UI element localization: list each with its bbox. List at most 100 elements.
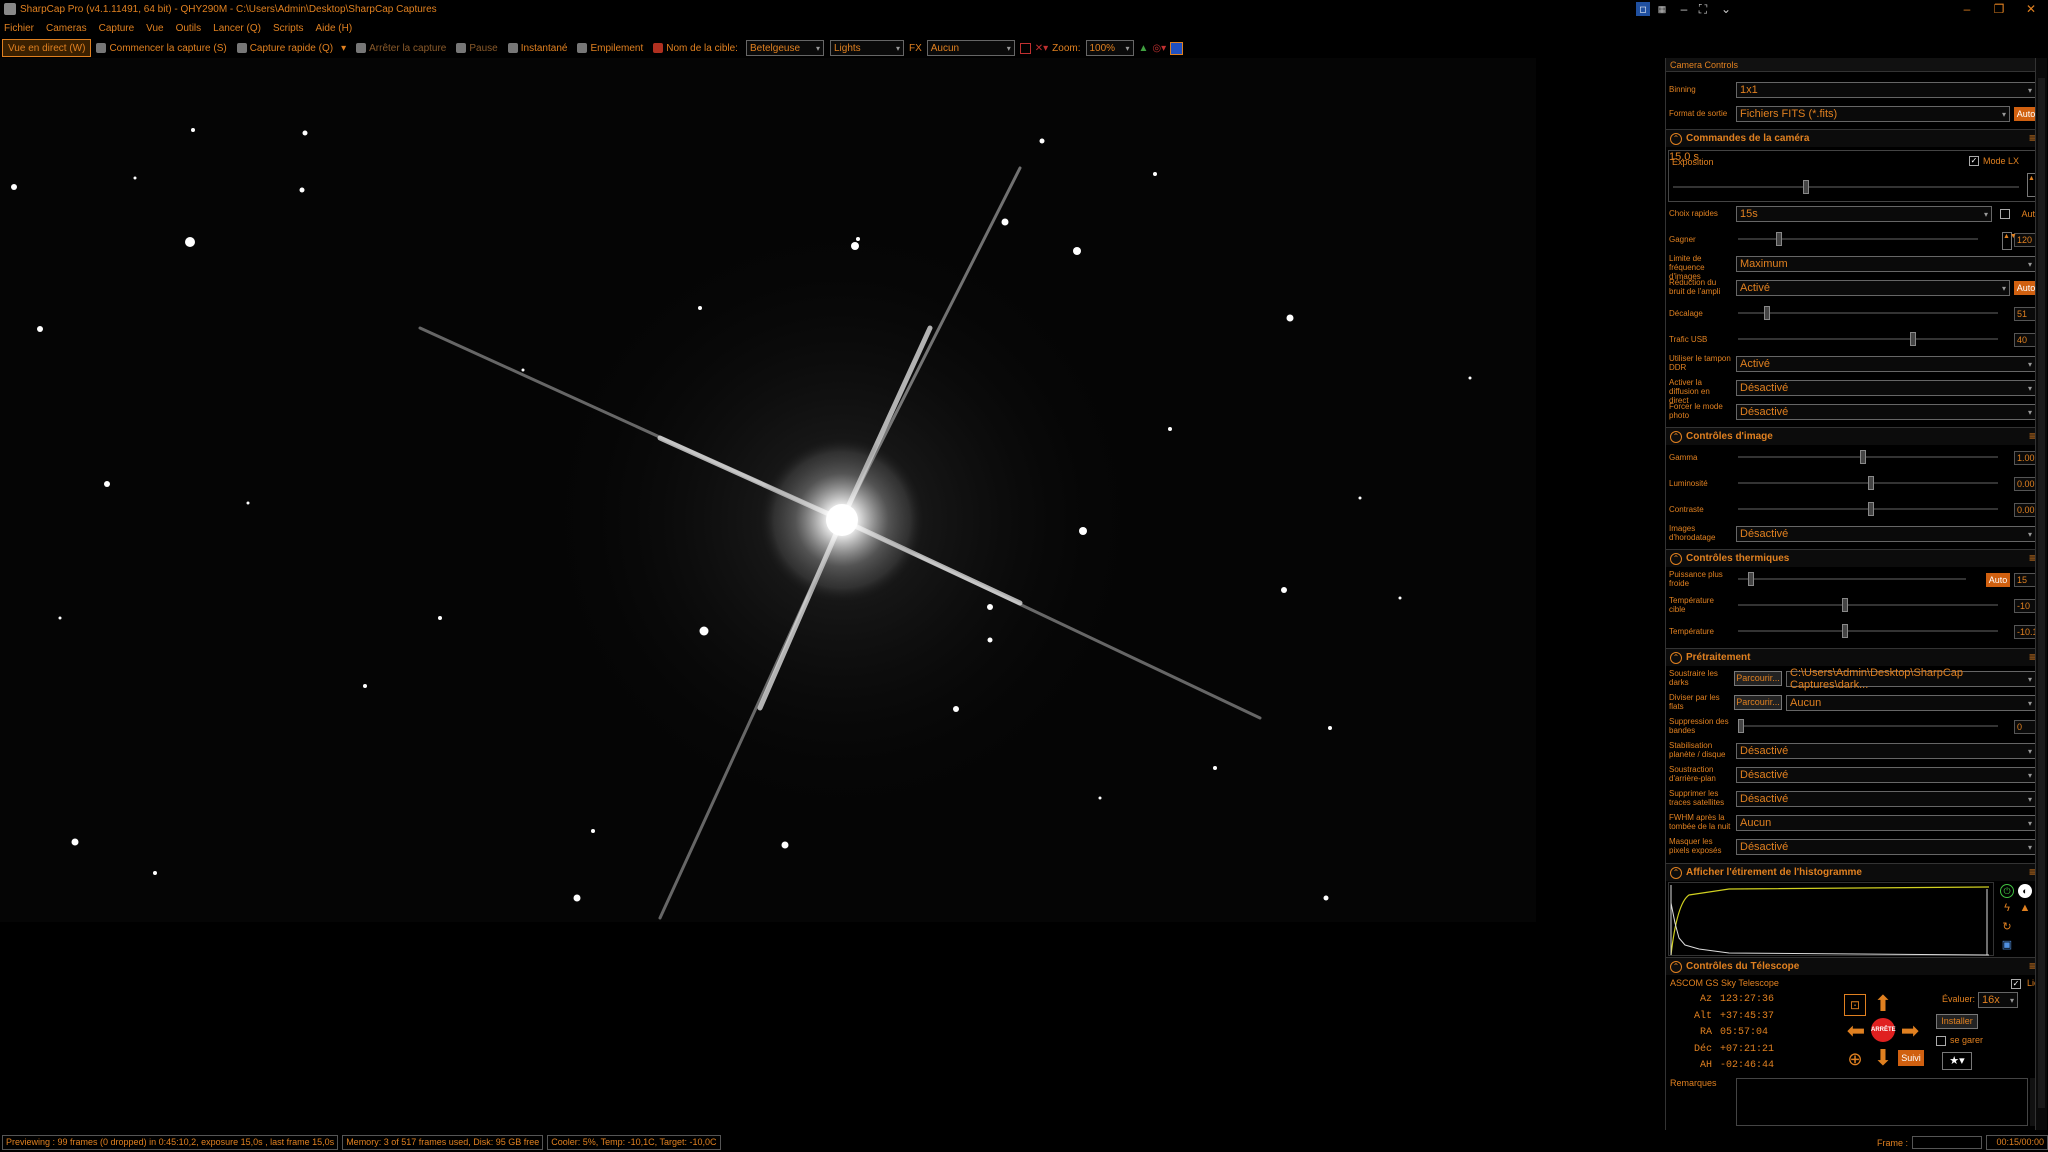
exposure-slider[interactable] [1673, 180, 2019, 194]
menu-launch[interactable]: Lancer (Q) [213, 23, 261, 34]
quick-choice-select[interactable]: 15s [1736, 206, 1992, 222]
slider-thumb[interactable] [1842, 598, 1848, 612]
quick-capture-button[interactable]: Capture rapide (Q) ▾ [232, 39, 351, 57]
banding-slider[interactable] [1738, 719, 1998, 733]
menu-tools[interactable]: Outils [176, 23, 202, 34]
menu-view[interactable]: Vue [146, 23, 163, 34]
timestamp-select[interactable]: Désactivé [1736, 526, 2036, 542]
gamma-value[interactable]: 1.00 [2014, 451, 2036, 465]
section-camera[interactable]: ⌃ Commandes de la caméra ≡ [1666, 129, 2042, 147]
zoom-select[interactable]: 100% [1085, 40, 1134, 56]
offset-slider[interactable] [1738, 306, 1998, 320]
scrollbar-thumb[interactable] [2038, 78, 2045, 1108]
offset-value[interactable]: 51 [2014, 307, 2036, 321]
lightning-icon[interactable]: ϟ [2000, 902, 2014, 916]
binning-select[interactable]: 1x1 [1736, 82, 2036, 98]
background-select[interactable]: Désactivé [1736, 767, 2036, 783]
ddr-select[interactable]: Activé [1736, 356, 2036, 372]
target-center-icon[interactable]: ⊕ [1844, 1048, 1866, 1070]
brightness-slider[interactable] [1738, 476, 1998, 490]
pause-button[interactable]: Pause [451, 39, 502, 57]
slider-thumb[interactable] [1868, 476, 1874, 490]
format-select[interactable]: Fichiers FITS (*.fits) [1736, 106, 2010, 122]
minimize-icon[interactable]: – [1676, 0, 1692, 18]
cooler-slider[interactable] [1738, 572, 1966, 586]
menu-scripts[interactable]: Scripts [273, 23, 304, 34]
save-icon[interactable]: ▣ [2000, 938, 2014, 952]
section-histogram[interactable]: ⌃ Afficher l'étirement de l'histogramme … [1666, 863, 2042, 881]
histogram-button[interactable]: ▲ [1137, 39, 1151, 57]
collapse-icon[interactable]: ⌃ [1670, 961, 1682, 973]
target-temp-slider[interactable] [1738, 598, 1998, 612]
gain-slider[interactable] [1738, 232, 1978, 246]
menu-cameras[interactable]: Cameras [46, 23, 87, 34]
contrast-value[interactable]: 0.00 [2014, 503, 2036, 517]
slider-thumb[interactable] [1910, 332, 1916, 346]
gain-spinner[interactable]: ▲▼ [2002, 232, 2017, 250]
fwhm-select[interactable]: Aucun [1736, 815, 2036, 831]
menu-help[interactable]: Aide (H) [316, 23, 353, 34]
menu-file[interactable]: Fichier [4, 23, 34, 34]
section-image[interactable]: ⌃ Contrôles d'image ≡ [1666, 427, 2042, 445]
tracking-button[interactable]: Suivi [1898, 1050, 1924, 1066]
fx-select[interactable]: Aucun [926, 40, 1015, 56]
slider-thumb[interactable] [1764, 306, 1770, 320]
frame-type-select[interactable]: Lights [829, 40, 904, 56]
snapshot-button[interactable]: Instantané [503, 39, 573, 57]
tools-button[interactable] [1168, 39, 1185, 57]
power-icon[interactable]: ⏻ [2000, 884, 2014, 898]
histogram-display[interactable] [1668, 882, 1994, 956]
target-temp-value[interactable]: -10 [2014, 599, 2036, 613]
slider-thumb[interactable] [1748, 572, 1754, 586]
section-preprocessing[interactable]: ⌃ Prétraitement ≡ [1666, 648, 2042, 666]
usb-value[interactable]: 40 [2014, 333, 2036, 347]
collapse-icon[interactable]: ⌃ [1670, 652, 1682, 664]
chevron-down-icon[interactable]: ⌄ [1718, 0, 1734, 18]
fps-select[interactable]: Maximum [1736, 256, 2036, 272]
gamma-slider[interactable] [1738, 450, 1998, 464]
close-button[interactable]: ✕ [2016, 0, 2046, 18]
reset-icon[interactable]: ↻ [2000, 920, 2014, 934]
panel-scrollbar[interactable] [2035, 58, 2047, 1130]
park-checkbox[interactable] [1936, 1036, 1946, 1046]
maximize-button[interactable]: ❐ [1984, 0, 2014, 18]
quick-auto-checkbox[interactable] [2000, 209, 2010, 219]
banding-value[interactable]: 0 [2014, 720, 2036, 734]
stabilization-select[interactable]: Désactivé [1736, 743, 2036, 759]
darks-select[interactable]: C:\Users\Admin\Desktop\SharpCap Captures… [1786, 667, 2036, 691]
slider-thumb[interactable] [1803, 180, 1809, 194]
flats-select[interactable]: Aucun [1786, 695, 2036, 711]
cooler-value[interactable]: 15 [2014, 573, 2036, 587]
crosshair-button[interactable]: ✕▾ [1033, 39, 1050, 57]
usb-slider[interactable] [1738, 332, 1998, 346]
amp-select[interactable]: Activé [1736, 280, 2010, 296]
arrow-left-button[interactable]: ⬅ [1844, 1020, 1868, 1042]
start-capture-button[interactable]: Commencer la capture (S) [91, 39, 231, 57]
collapse-icon[interactable]: ⌃ [1670, 867, 1682, 879]
slider-thumb[interactable] [1860, 450, 1866, 464]
arrow-right-button[interactable]: ➡ [1898, 1020, 1922, 1042]
grid-icon[interactable]: ▦ [1654, 2, 1670, 16]
goto-icon[interactable]: ⊡ [1844, 994, 1866, 1016]
focus-button[interactable]: ◎▾ [1150, 39, 1168, 57]
install-button[interactable]: Installer [1936, 1014, 1978, 1029]
arrow-up-button[interactable]: ⬆ [1872, 992, 1894, 1016]
brightness-value[interactable]: 0.00 [2014, 477, 2036, 491]
slider-thumb[interactable] [1738, 719, 1744, 733]
arrow-down-button[interactable]: ⬇ [1872, 1046, 1894, 1070]
flats-browse-button[interactable]: Parcourir... [1734, 695, 1782, 710]
gain-value[interactable]: 120 [2014, 233, 2036, 247]
photo-select[interactable]: Désactivé [1736, 404, 2036, 420]
image-viewport[interactable] [0, 58, 1536, 922]
section-thermal[interactable]: ⌃ Contrôles thermiques ≡ [1666, 549, 2042, 567]
layout-icon[interactable]: ⛶ [1695, 0, 1711, 18]
reticle-button[interactable] [1018, 39, 1033, 57]
star-menu-icon[interactable]: ★▾ [1942, 1052, 1972, 1070]
slider-thumb[interactable] [1868, 502, 1874, 516]
mask-select[interactable]: Désactivé [1736, 839, 2036, 855]
contrast-slider[interactable] [1738, 502, 1998, 516]
lx-mode-checkbox[interactable]: ✓ [1969, 156, 1979, 166]
notes-textarea[interactable] [1736, 1078, 2028, 1126]
satellite-select[interactable]: Désactivé [1736, 791, 2036, 807]
collapse-icon[interactable]: ⌃ [1670, 553, 1682, 565]
